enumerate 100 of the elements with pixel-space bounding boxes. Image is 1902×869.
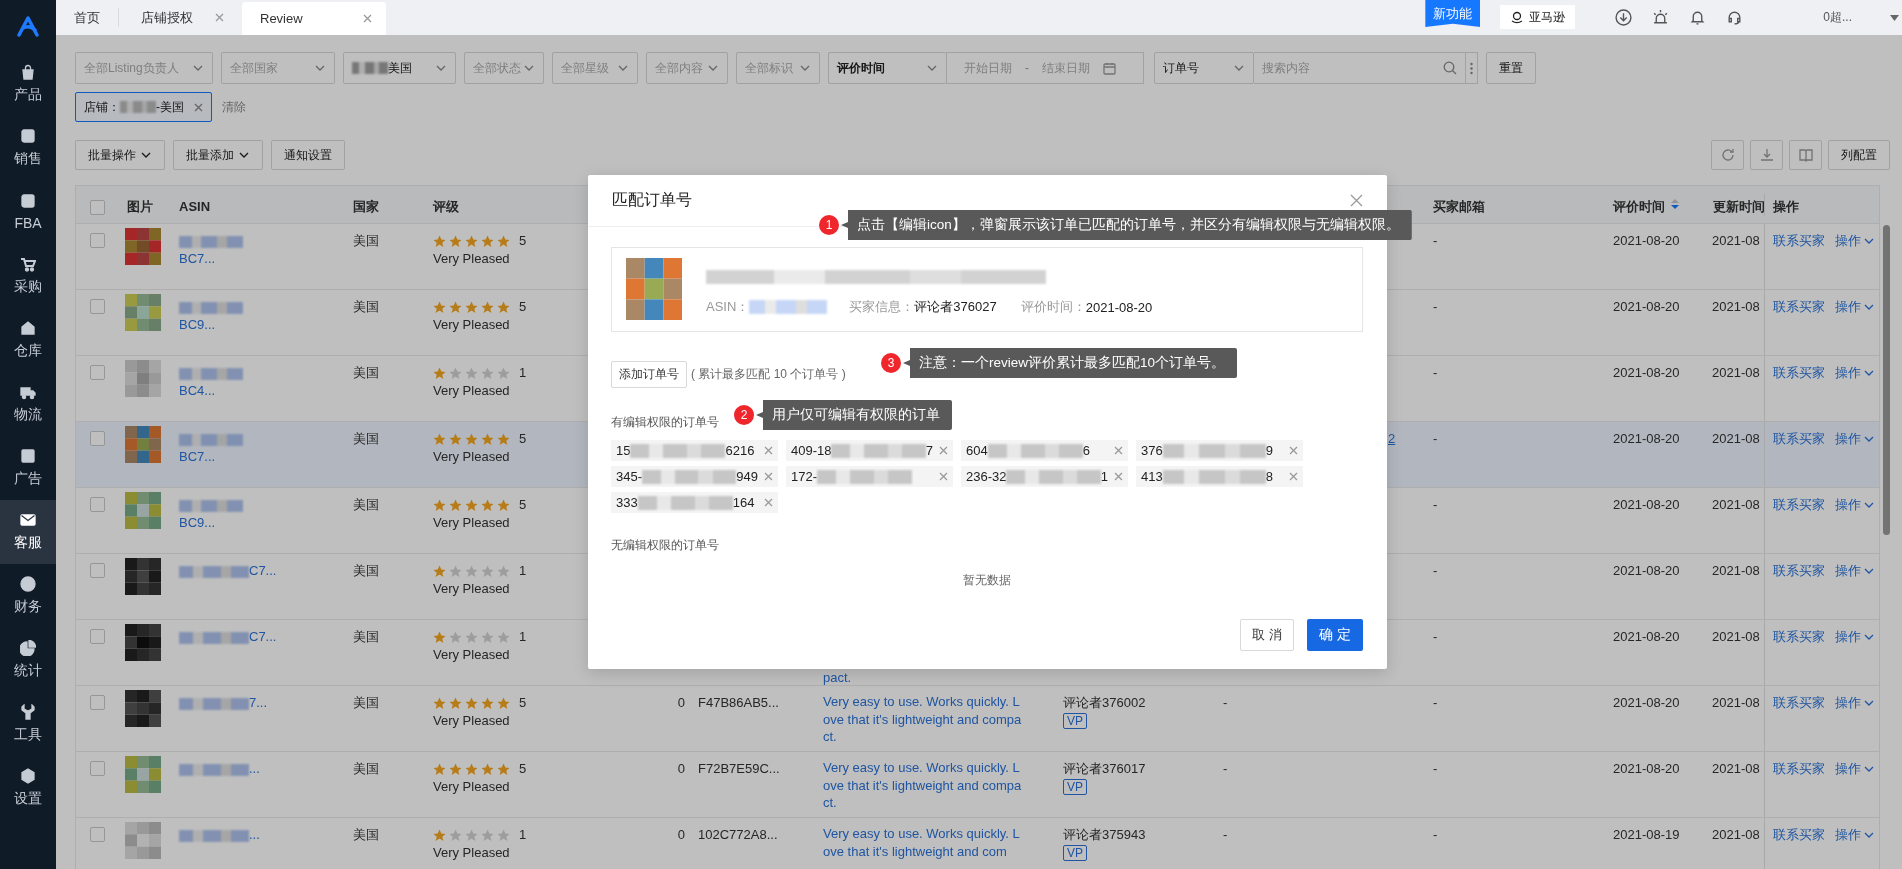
- action-menu-link[interactable]: 操作: [1835, 430, 1875, 448]
- asin-link[interactable]: C7...: [249, 629, 277, 644]
- asin-link[interactable]: 7...: [249, 695, 268, 710]
- checkbox[interactable]: [90, 431, 105, 446]
- filter-select[interactable]: 全部国家: [221, 52, 335, 84]
- sidebar-item[interactable]: 产品: [0, 52, 56, 116]
- checkbox[interactable]: [90, 563, 105, 578]
- sidebar-item[interactable]: 销售: [0, 116, 56, 180]
- reset-button[interactable]: 重置: [1486, 52, 1536, 84]
- sidebar-item[interactable]: 采购: [0, 244, 56, 308]
- filter-tag[interactable]: 店铺： -美国: [75, 92, 212, 122]
- asin-link[interactable]: BC9...: [179, 515, 216, 530]
- clear-link[interactable]: 清除: [222, 98, 246, 116]
- contact-buyer-link[interactable]: 联系买家: [1773, 694, 1825, 712]
- checkbox[interactable]: [90, 761, 105, 776]
- contact-buyer-link[interactable]: 联系买家: [1773, 562, 1825, 580]
- review-content-link[interactable]: Very easy to use. Works quickly. Love that it's lightweight and com: [823, 825, 1026, 860]
- order-tag[interactable]: 345- 949: [611, 466, 778, 487]
- action-menu-link[interactable]: 操作: [1835, 496, 1875, 514]
- order-tag[interactable]: 236-32 1: [961, 466, 1128, 487]
- close-icon[interactable]: [1350, 194, 1363, 207]
- refresh-button[interactable]: [1711, 140, 1744, 170]
- account-name[interactable]: 0超...: [1823, 9, 1852, 26]
- order-tag[interactable]: 376 9: [1136, 440, 1303, 461]
- asin-link[interactable]: BC7...: [179, 251, 216, 266]
- close-icon[interactable]: [764, 472, 773, 481]
- search-type-select[interactable]: 订单号: [1154, 52, 1254, 84]
- action-menu-link[interactable]: 操作: [1835, 760, 1875, 778]
- scrollbar[interactable]: [1883, 225, 1890, 535]
- filter-select[interactable]: 全部内容: [646, 52, 728, 84]
- close-icon[interactable]: [764, 498, 773, 507]
- close-icon[interactable]: [1289, 472, 1298, 481]
- close-icon[interactable]: [1114, 472, 1123, 481]
- toolbar-button[interactable]: 批量操作: [75, 140, 165, 170]
- order-tag[interactable]: 333 164: [611, 492, 778, 513]
- filter-select[interactable]: 全部状态: [464, 52, 544, 84]
- close-icon[interactable]: [764, 446, 773, 455]
- checkbox[interactable]: [90, 233, 105, 248]
- tab[interactable]: 首页: [56, 0, 118, 35]
- sidebar-item[interactable]: 工具: [0, 692, 56, 756]
- asin-link[interactable]: BC4...: [179, 383, 216, 398]
- cancel-button[interactable]: 取 消: [1240, 619, 1295, 651]
- action-menu-link[interactable]: 操作: [1835, 826, 1875, 844]
- asin-link[interactable]: C7...: [249, 563, 277, 578]
- order-tag[interactable]: 604 6: [961, 440, 1128, 461]
- close-icon[interactable]: [194, 102, 203, 112]
- sidebar-item[interactable]: FBA: [0, 180, 56, 244]
- close-icon[interactable]: [1289, 446, 1298, 455]
- order-tag[interactable]: 172-: [786, 466, 953, 487]
- sidebar-item[interactable]: 财务: [0, 564, 56, 628]
- tab[interactable]: Review: [242, 2, 386, 35]
- end-date-input[interactable]: 结束日期: [1033, 61, 1099, 75]
- confirm-button[interactable]: 确 定: [1307, 619, 1363, 651]
- review-content-link[interactable]: Very easy to use. Works quickly. Love that it's lightweight and compact.: [823, 693, 1026, 746]
- filter-select[interactable]: 美国: [343, 52, 456, 84]
- checkbox[interactable]: [90, 199, 105, 215]
- filter-select[interactable]: 评价时间: [828, 52, 946, 84]
- close-icon[interactable]: [939, 472, 948, 481]
- close-icon[interactable]: [1114, 446, 1123, 455]
- search-input[interactable]: 搜索内容: [1262, 61, 1443, 75]
- action-menu-link[interactable]: 操作: [1835, 628, 1875, 646]
- contact-buyer-link[interactable]: 联系买家: [1773, 430, 1825, 448]
- asin-link[interactable]: ...: [249, 761, 260, 776]
- sidebar-item[interactable]: 仓库: [0, 308, 56, 372]
- checkbox[interactable]: [90, 629, 105, 644]
- order-tag[interactable]: 15 6216: [611, 440, 778, 461]
- sidebar-item[interactable]: 物流: [0, 372, 56, 436]
- filter-select[interactable]: 全部标识: [736, 52, 820, 84]
- action-menu-link[interactable]: 操作: [1835, 694, 1875, 712]
- more-button[interactable]: [1466, 52, 1478, 84]
- close-icon[interactable]: [939, 446, 948, 455]
- caret-down-icon[interactable]: [1890, 14, 1899, 21]
- order-tag[interactable]: 409-18 7: [786, 440, 953, 461]
- sort-icon[interactable]: [1671, 197, 1679, 210]
- contact-buyer-link[interactable]: 联系买家: [1773, 760, 1825, 778]
- asin-link[interactable]: BC7...: [179, 449, 216, 464]
- action-menu-link[interactable]: 操作: [1835, 298, 1875, 316]
- new-feature-badge[interactable]: 新功能: [1425, 0, 1481, 27]
- contact-buyer-link[interactable]: 联系买家: [1773, 628, 1825, 646]
- review-content-link[interactable]: Very easy to use. Works quickly. Love that it's lightweight and compact.: [823, 759, 1026, 812]
- action-menu-link[interactable]: 操作: [1835, 232, 1875, 250]
- toolbar-button[interactable]: 批量添加: [173, 140, 263, 170]
- contact-buyer-link[interactable]: 联系买家: [1773, 826, 1825, 844]
- column-config-button[interactable]: 列配置: [1828, 140, 1890, 170]
- count-link[interactable]: 2: [1388, 431, 1396, 446]
- checkbox[interactable]: [90, 695, 105, 710]
- filter-select[interactable]: 全部星级: [552, 52, 638, 84]
- toolbar-button[interactable]: 通知设置: [271, 140, 345, 170]
- action-menu-link[interactable]: 操作: [1835, 364, 1875, 382]
- asin-link[interactable]: ...: [249, 827, 260, 842]
- checkbox[interactable]: [90, 497, 105, 512]
- sidebar-item[interactable]: 客服: [0, 500, 56, 564]
- review-content-link[interactable]: pact.: [823, 669, 1026, 685]
- sidebar-item[interactable]: 广告: [0, 436, 56, 500]
- checkbox[interactable]: [90, 299, 105, 314]
- checkbox[interactable]: [90, 365, 105, 380]
- start-date-input[interactable]: 开始日期: [955, 61, 1021, 75]
- filter-select[interactable]: 全部Listing负责人: [75, 52, 213, 84]
- book-button[interactable]: [1789, 140, 1822, 170]
- checkbox[interactable]: [90, 827, 105, 842]
